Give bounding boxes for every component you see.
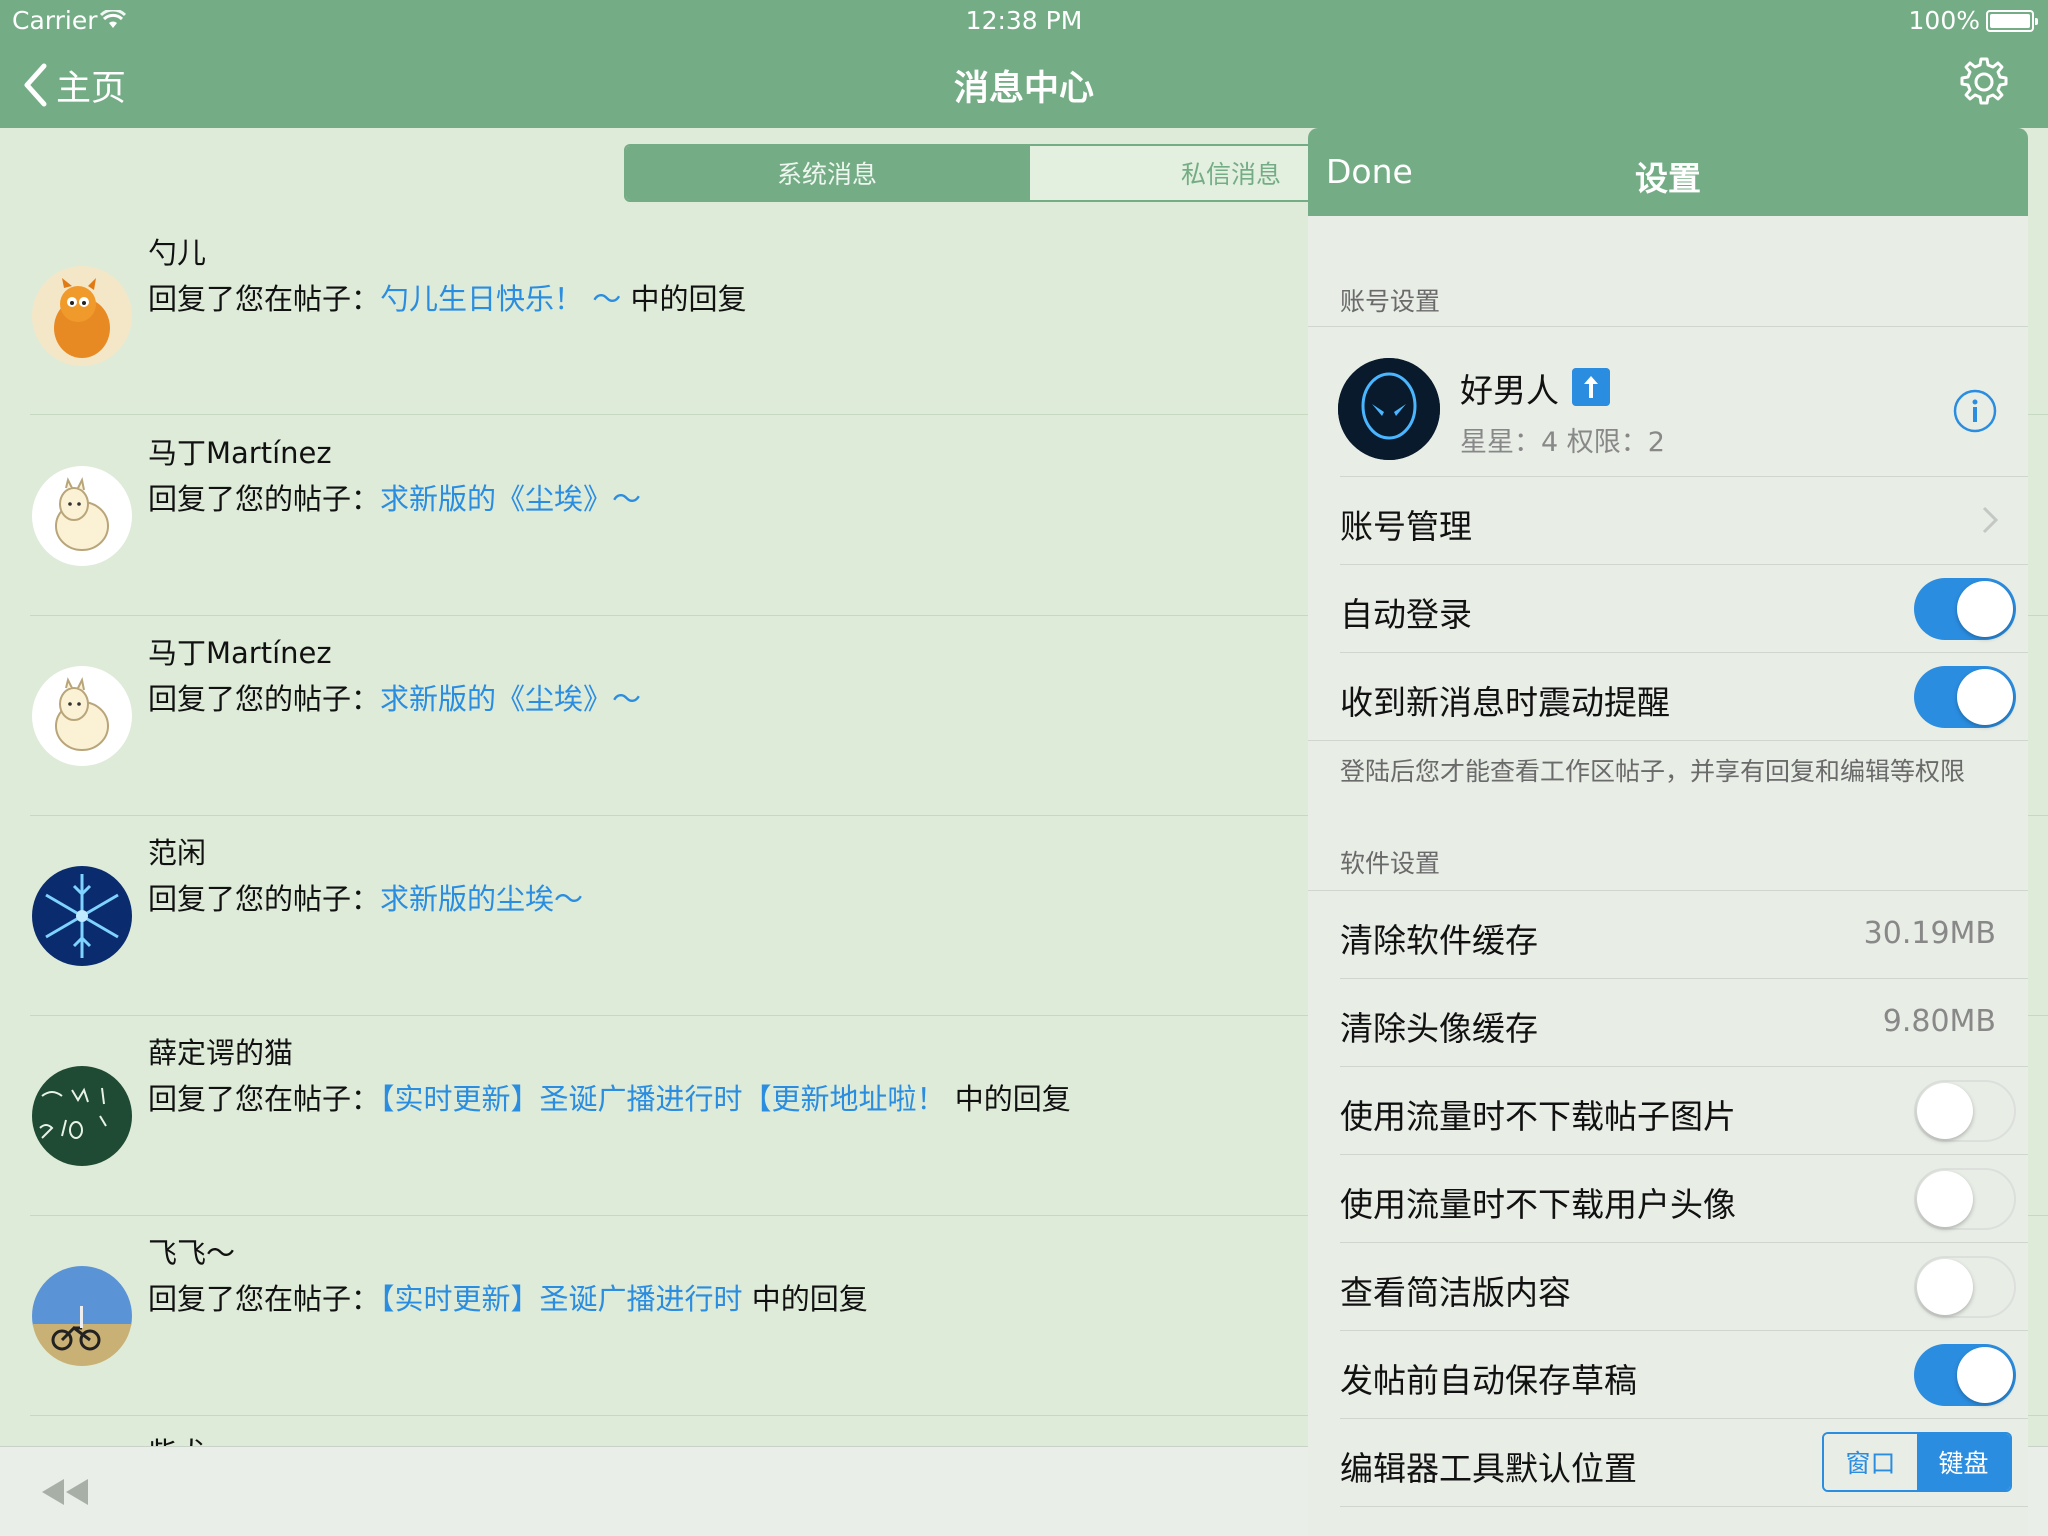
tab-system-messages[interactable]: 系统消息: [626, 146, 1028, 200]
info-badge-icon: [1572, 368, 1610, 406]
rewind-icon[interactable]: [40, 1477, 90, 1507]
no-post-images-row: 使用流量时不下载帖子图片: [1308, 1066, 2028, 1154]
message-prefix: 回复了您的帖子：: [148, 482, 381, 516]
settings-title: 设置: [1635, 159, 1701, 198]
avatar: [32, 466, 132, 566]
message-prefix: 回复了您在帖子：: [148, 282, 381, 316]
autosave-draft-toggle[interactable]: [1914, 1344, 2016, 1406]
no-avatars-row: 使用流量时不下载用户头像: [1308, 1154, 2028, 1242]
avatar: [32, 666, 132, 766]
post-link[interactable]: 求新版的《尘埃》～: [380, 682, 641, 716]
message-text: 回复了您的帖子：求新版的尘埃～: [148, 876, 583, 918]
vibrate-row: 收到新消息时震动提醒: [1308, 652, 2028, 740]
message-prefix: 回复了您的帖子：: [148, 682, 381, 716]
toggle-knob: [1917, 1259, 1973, 1315]
option-window[interactable]: 窗口: [1824, 1434, 1917, 1490]
autosave-draft-row: 发帖前自动保存草稿: [1308, 1330, 2028, 1418]
auto-login-label: 自动登录: [1340, 595, 1472, 634]
divider: [1308, 740, 2028, 741]
avatar: [1338, 358, 1440, 460]
message-text: 回复了您的帖子：求新版的《尘埃》～: [148, 476, 641, 518]
no-post-images-label: 使用流量时不下载帖子图片: [1340, 1097, 1736, 1136]
message-prefix: 回复了您在帖子：: [148, 1282, 381, 1316]
profile-stats: 星星：4 权限：2: [1460, 427, 1665, 458]
message-sender: 薛定谔的猫: [148, 1036, 294, 1070]
simple-view-toggle[interactable]: [1914, 1256, 2016, 1318]
battery-icon: [1986, 10, 2038, 32]
editor-position-row: 编辑器工具默认位置 窗口 键盘: [1308, 1418, 2028, 1506]
toggle-knob: [1957, 669, 2013, 725]
vibrate-toggle[interactable]: [1914, 666, 2016, 728]
message-sender: 飞飞～: [148, 1236, 236, 1270]
message-suffix: 中的回复: [621, 282, 747, 316]
no-avatars-label: 使用流量时不下载用户头像: [1340, 1185, 1736, 1224]
message-text: 回复了您的帖子：求新版的《尘埃》～: [148, 676, 641, 718]
avatar: [32, 1266, 132, 1366]
avatar: [32, 866, 132, 966]
info-icon[interactable]: [1952, 388, 1998, 434]
editor-position-segment: 窗口 键盘: [1822, 1432, 2012, 1492]
post-link[interactable]: 求新版的《尘埃》～: [380, 482, 641, 516]
account-manage-label: 账号管理: [1340, 507, 1472, 546]
profile-row: 好男人 星星：4 权限：2: [1308, 338, 2028, 478]
post-link[interactable]: 勺儿生日快乐！ ～: [380, 282, 621, 316]
vibrate-label: 收到新消息时震动提醒: [1340, 683, 1670, 722]
toggle-knob: [1957, 581, 2013, 637]
popover-arrow: [1978, 110, 2022, 130]
option-keyboard[interactable]: 键盘: [1917, 1434, 2010, 1490]
post-link[interactable]: 【实时更新】圣诞广播进行时【更新地址啦！: [380, 1082, 946, 1116]
toggle-knob: [1917, 1171, 1973, 1227]
message-suffix: 中的回复: [945, 1082, 1071, 1116]
clear-cache-row[interactable]: 清除软件缓存 30.19MB: [1308, 890, 2028, 978]
message-sender: 范闲: [148, 836, 207, 870]
page-title: 消息中心: [953, 69, 1094, 109]
status-time: 12:38 PM: [965, 6, 1083, 35]
autosave-draft-label: 发帖前自动保存草稿: [1340, 1361, 1637, 1400]
avatar: [32, 266, 132, 366]
editor-position-label: 编辑器工具默认位置: [1340, 1449, 1637, 1488]
chevron-right-icon: [1982, 506, 1998, 534]
message-sender: 马丁Martínez: [148, 636, 332, 670]
simple-view-label: 查看简洁版内容: [1340, 1273, 1571, 1312]
message-prefix: 回复了您在帖子：: [148, 1082, 381, 1116]
post-link[interactable]: 【实时更新】圣诞广播进行时: [380, 1282, 743, 1316]
clear-avatar-row[interactable]: 清除头像缓存 9.80MB: [1308, 978, 2028, 1066]
toggle-knob: [1957, 1347, 2013, 1403]
settings-popover: Done 设置 账号设置 好男人 星星：4 权限：2 账号管理 自动登录 收到新…: [1308, 128, 2028, 1536]
simple-view-row: 查看简洁版内容: [1308, 1242, 2028, 1330]
message-text: 回复了您在帖子：【实时更新】圣诞广播进行时 中的回复: [148, 1276, 868, 1318]
popover-header: Done 设置: [1308, 128, 2028, 216]
gear-icon[interactable]: [1958, 56, 2010, 108]
battery-percentage: 100%: [1908, 6, 1980, 35]
message-prefix: 回复了您的帖子：: [148, 882, 381, 916]
no-avatars-toggle[interactable]: [1914, 1168, 2016, 1230]
no-post-images-toggle[interactable]: [1914, 1080, 2016, 1142]
divider: [1340, 1506, 2028, 1507]
navigation-bar: Carrier 12:38 PM 100% 主页 消息中心: [0, 0, 2048, 128]
account-manage-row[interactable]: 账号管理: [1308, 476, 2028, 564]
divider: [1308, 326, 2028, 327]
account-section-header: 账号设置: [1340, 287, 1441, 316]
clear-cache-label: 清除软件缓存: [1340, 921, 1538, 960]
login-hint: 登陆后您才能查看工作区帖子，并享有回复和编辑等权限: [1340, 757, 1966, 786]
toggle-knob: [1917, 1083, 1973, 1139]
message-sender: 勺儿: [148, 236, 207, 270]
post-link[interactable]: 求新版的尘埃～: [380, 882, 583, 916]
message-sender: 马丁Martínez: [148, 436, 332, 470]
avatar: [32, 1066, 132, 1166]
auto-login-row: 自动登录: [1308, 564, 2028, 652]
message-text: 回复了您在帖子：【实时更新】圣诞广播进行时【更新地址啦！ 中的回复: [148, 1076, 1071, 1118]
avatar-cache-size: 9.80MB: [1882, 1004, 1996, 1039]
software-section-header: 软件设置: [1340, 849, 1441, 878]
clear-avatar-label: 清除头像缓存: [1340, 1009, 1538, 1048]
cache-size: 30.19MB: [1863, 916, 1996, 951]
message-suffix: 中的回复: [742, 1282, 868, 1316]
message-text: 回复了您在帖子：勺儿生日快乐！ ～ 中的回复: [148, 276, 746, 318]
auto-login-toggle[interactable]: [1914, 578, 2016, 640]
profile-name: 好男人: [1460, 371, 1559, 410]
